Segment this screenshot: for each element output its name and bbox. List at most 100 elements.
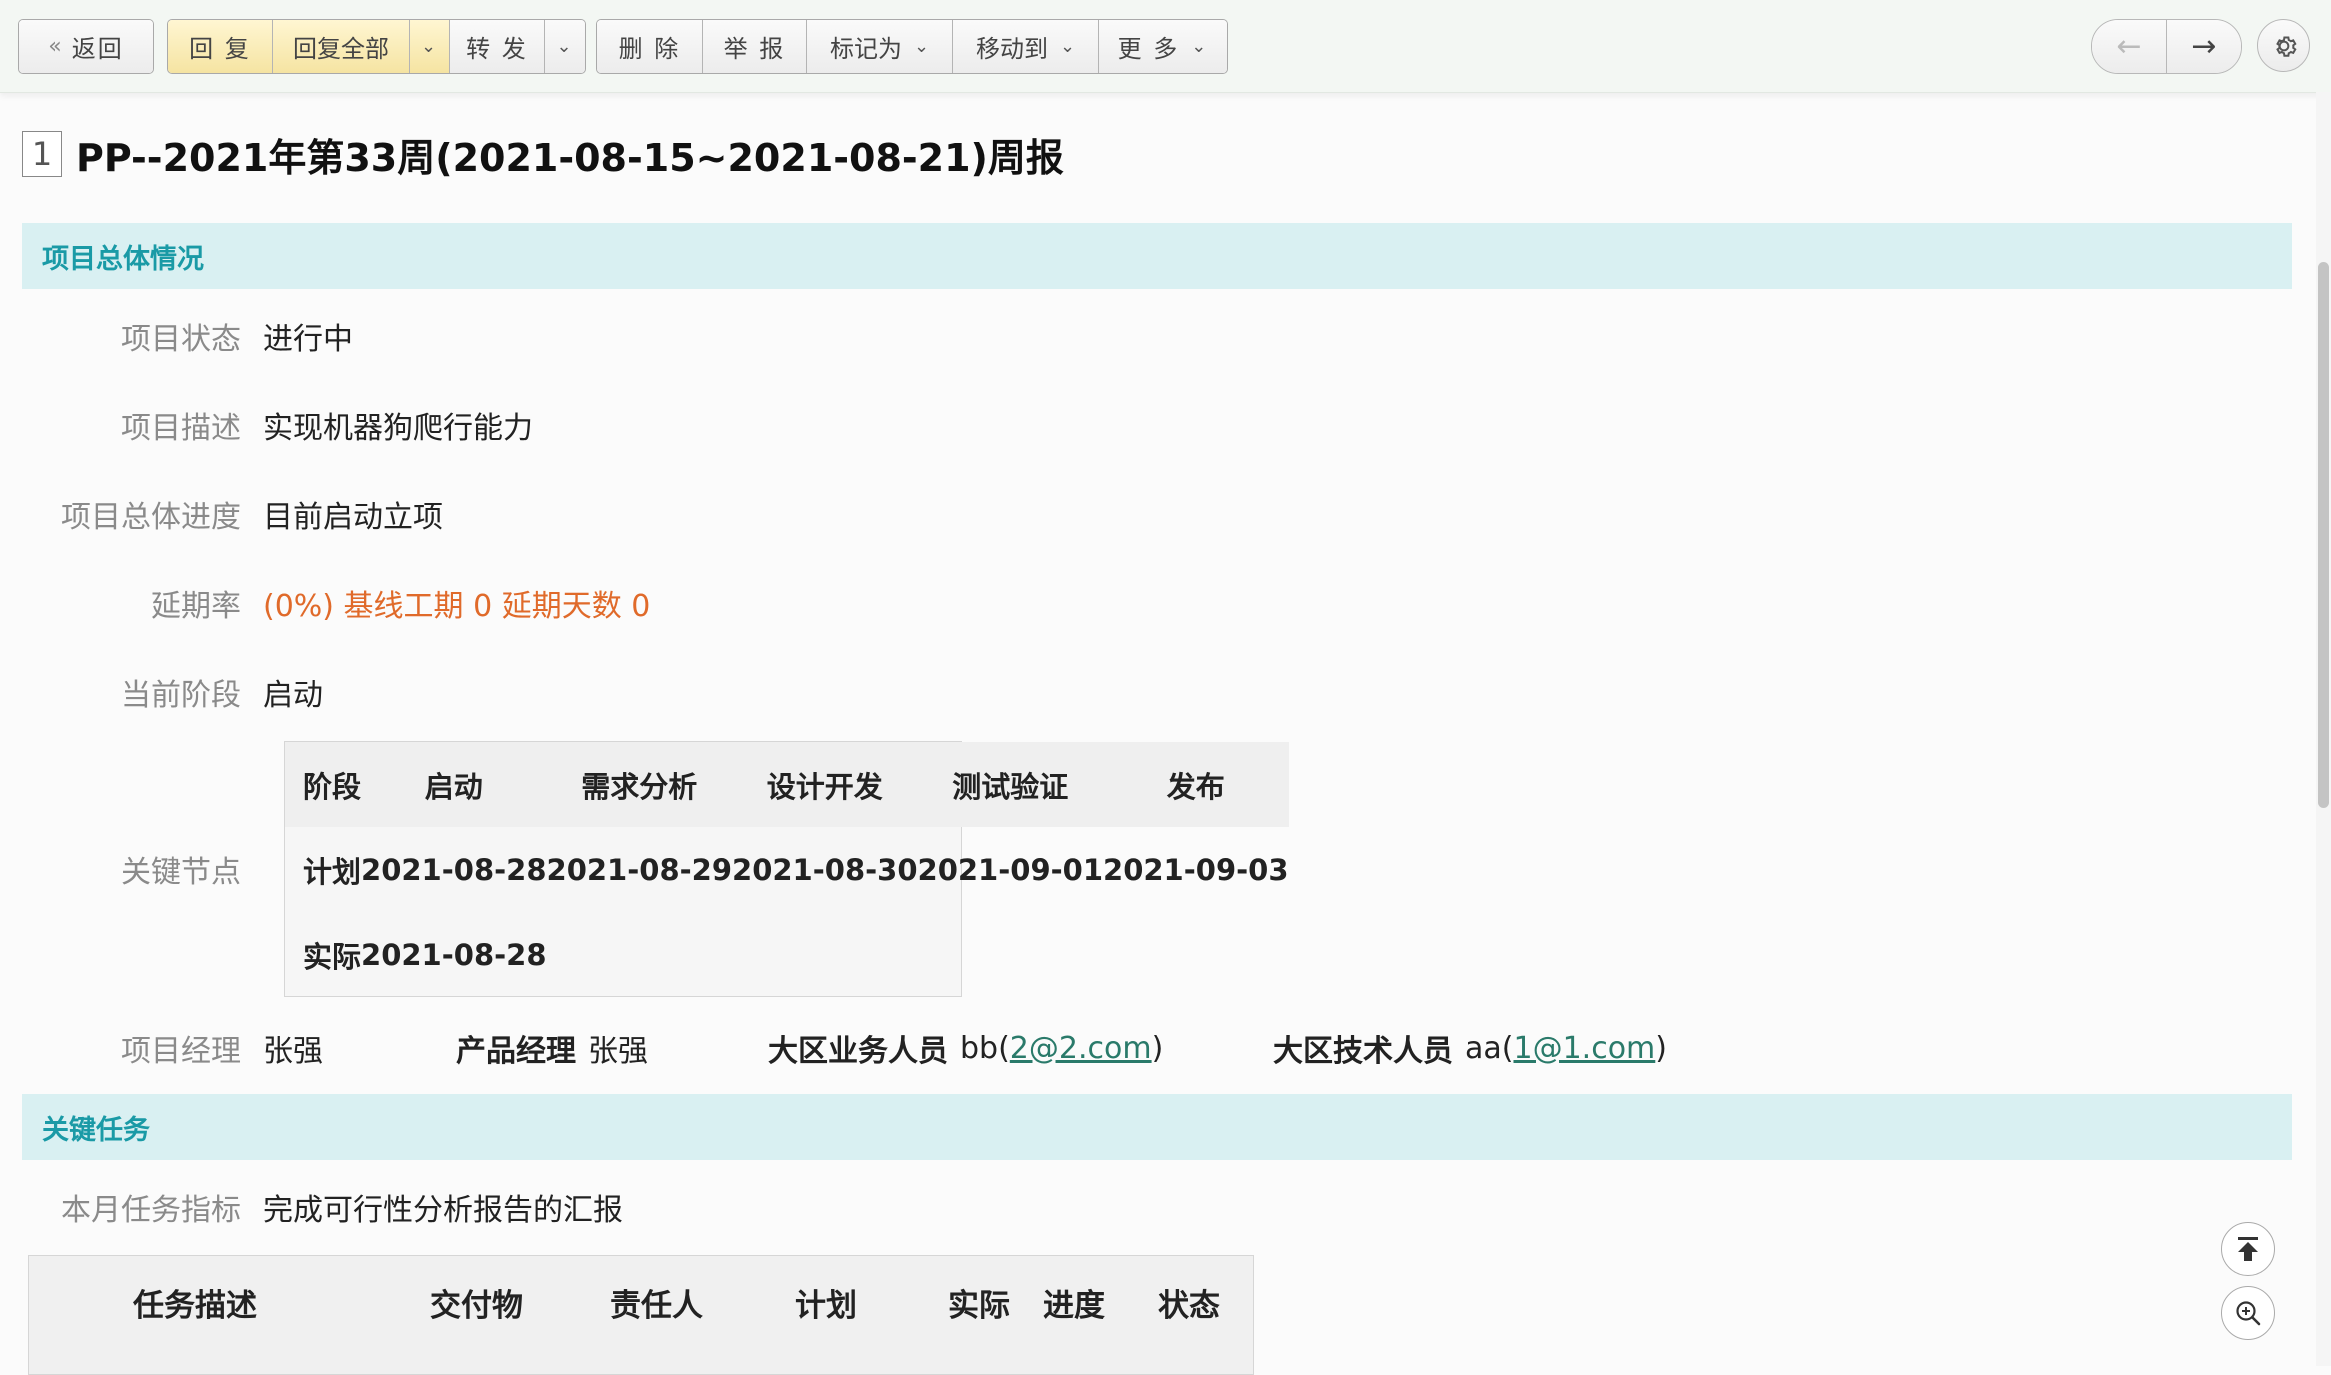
mark-as-label: 标记为 [829, 35, 902, 63]
forward-button[interactable]: 转 发 [450, 20, 545, 73]
table-cell: 2021-08-29 [546, 852, 733, 887]
regional-tech-field: 大区技术人员 aa(1@1.com) [1273, 1022, 1667, 1074]
reply-all-dropdown[interactable]: ⌄ [410, 20, 450, 73]
zoom-button[interactable] [2221, 1286, 2275, 1340]
field-value: 实现机器狗爬行能力 [263, 411, 533, 446]
double-chevron-left-icon: « [48, 34, 64, 59]
table-cell: 2021-08-28 [361, 852, 547, 887]
product-manager-field: 产品经理 张强 [456, 1022, 648, 1074]
reply-button[interactable]: 回 复 [168, 20, 273, 73]
mark-as-button[interactable]: 标记为 ⌄ [807, 20, 953, 73]
previous-mail-button[interactable]: ← [2092, 20, 2166, 73]
gear-icon [2275, 36, 2297, 57]
back-label: 返回 [71, 35, 124, 63]
scrollbar-thumb[interactable] [2318, 262, 2329, 808]
delete-button[interactable]: 删 除 [597, 20, 703, 73]
field-label: 项目经理 [121, 1034, 241, 1069]
table-header-cell: 实际 [948, 1288, 1010, 1324]
field-delay-rate: 延期率 (0%) 基线工期 0 延期天数 0 [0, 578, 650, 628]
task-table: 任务描述 交付物 责任人 计划 实际 进度 状态 [28, 1255, 1254, 1375]
table-header-cell: 进度 [1043, 1288, 1105, 1324]
field-value: bb( [960, 1030, 1010, 1066]
field-label: 当前阶段 [121, 678, 241, 713]
back-button-group: « 返回 [18, 19, 154, 74]
milestone-table: 阶段 启动 需求分析 设计开发 测试验证 发布 计划 2021-08-28 20… [284, 741, 1289, 997]
field-overall-progress: 项目总体进度 目前启动立项 [0, 489, 443, 539]
field-label: 项目状态 [121, 322, 241, 357]
field-label: 关键节点 [121, 855, 241, 890]
zoom-in-icon [2236, 1301, 2261, 1326]
back-button[interactable]: « 返回 [19, 20, 153, 73]
chevron-down-icon: ⌄ [556, 36, 574, 57]
move-to-button[interactable]: 移动到 ⌄ [953, 20, 1099, 73]
table-header-cell: 计划 [795, 1288, 857, 1324]
more-label: 更 多 [1117, 35, 1180, 63]
table-cell [732, 912, 918, 997]
reply-label: 回 复 [189, 35, 251, 63]
table-cell: 测试验证 [917, 742, 1104, 827]
field-label: 大区技术人员 [1273, 1034, 1453, 1069]
reply-all-label: 回复全部 [293, 35, 389, 63]
field-milestones: 关键节点 [0, 844, 263, 894]
field-value: 进行中 [263, 322, 353, 357]
field-value: 完成可行性分析报告的汇报 [263, 1193, 623, 1228]
field-label: 延期率 [151, 589, 241, 624]
field-label: 产品经理 [456, 1034, 576, 1069]
field-label: 项目总体进度 [61, 500, 241, 535]
table-row: 实际 2021-08-28 [285, 912, 1289, 997]
field-value: 目前启动立项 [263, 500, 443, 535]
report-label: 举 报 [723, 35, 786, 63]
mail-subject: PP--2021年第33周(2021-08-15~2021-08-21)周报 [76, 135, 1064, 180]
chevron-down-icon: ⌄ [913, 36, 930, 57]
table-header-cell: 责任人 [610, 1288, 703, 1324]
mail-navigation: ← → [2091, 19, 2242, 74]
settings-button[interactable] [2257, 19, 2310, 72]
field-monthly-target: 本月任务指标 完成可行性分析报告的汇报 [0, 1182, 623, 1232]
field-value: (0%) 基线工期 0 延期天数 0 [263, 589, 651, 624]
back-to-top-button[interactable] [2221, 1222, 2275, 1276]
field-project-status: 项目状态 进行中 [0, 311, 353, 361]
section-overview-title: 项目总体情况 [42, 243, 204, 275]
regional-sales-field: 大区业务人员 bb(2@2.com) [768, 1022, 1163, 1074]
table-cell: 设计开发 [732, 742, 918, 827]
chevron-down-icon: ⌄ [1191, 36, 1209, 57]
field-project-description: 项目描述 实现机器狗爬行能力 [0, 400, 533, 450]
sales-email-link[interactable]: 2@2.com [1010, 1031, 1152, 1066]
field-value: aa( [1465, 1030, 1514, 1066]
table-cell: 阶段 [285, 742, 362, 827]
section-overview-header: 项目总体情况 [22, 223, 2292, 289]
field-value: 张强 [588, 1034, 648, 1069]
table-cell: 2021-09-01 [917, 852, 1104, 887]
section-tasks-title: 关键任务 [42, 1114, 150, 1146]
table-cell: 2021-08-30 [732, 852, 918, 887]
more-button[interactable]: 更 多 ⌄ [1099, 20, 1227, 73]
table-header-cell: 任务描述 [133, 1288, 257, 1324]
table-row: 阶段 启动 需求分析 设计开发 测试验证 发布 [285, 742, 1289, 827]
field-label: 大区业务人员 [768, 1034, 948, 1069]
back-to-top-icon [2238, 1237, 2258, 1261]
field-current-stage: 当前阶段 启动 [0, 667, 323, 717]
mail-subject-row: 1 PP--2021年第33周(2021-08-15~2021-08-21)周报 [22, 128, 1064, 180]
section-tasks-header: 关键任务 [22, 1094, 2292, 1160]
table-cell [547, 912, 733, 997]
table-cell: 实际 [303, 939, 362, 974]
field-value: 启动 [263, 678, 323, 713]
report-button[interactable]: 举 报 [703, 20, 807, 73]
reply-all-button[interactable]: 回复全部 [273, 20, 410, 73]
reply-button-group: 回 复 回复全部 ⌄ 转 发 ⌄ [167, 19, 586, 74]
field-label: 项目描述 [121, 411, 241, 446]
table-cell: 发布 [1103, 742, 1289, 827]
next-mail-button[interactable]: → [2166, 20, 2241, 73]
table-cell: 2021-09-03 [1103, 852, 1289, 887]
action-button-group: 删 除 举 报 标记为 ⌄ 移动到 ⌄ 更 多 ⌄ [596, 19, 1228, 74]
close-paren: ) [1655, 1030, 1667, 1066]
delete-label: 删 除 [618, 35, 681, 63]
project-manager-field: 项目经理 张强 [0, 1022, 323, 1074]
table-header-cell: 状态 [1158, 1288, 1220, 1324]
chevron-down-icon: ⌄ [1059, 36, 1076, 57]
table-header-cell: 交付物 [430, 1288, 523, 1324]
move-to-label: 移动到 [975, 35, 1048, 63]
mail-index: 1 [22, 131, 62, 177]
tech-email-link[interactable]: 1@1.com [1513, 1031, 1655, 1066]
forward-dropdown[interactable]: ⌄ [545, 20, 585, 73]
